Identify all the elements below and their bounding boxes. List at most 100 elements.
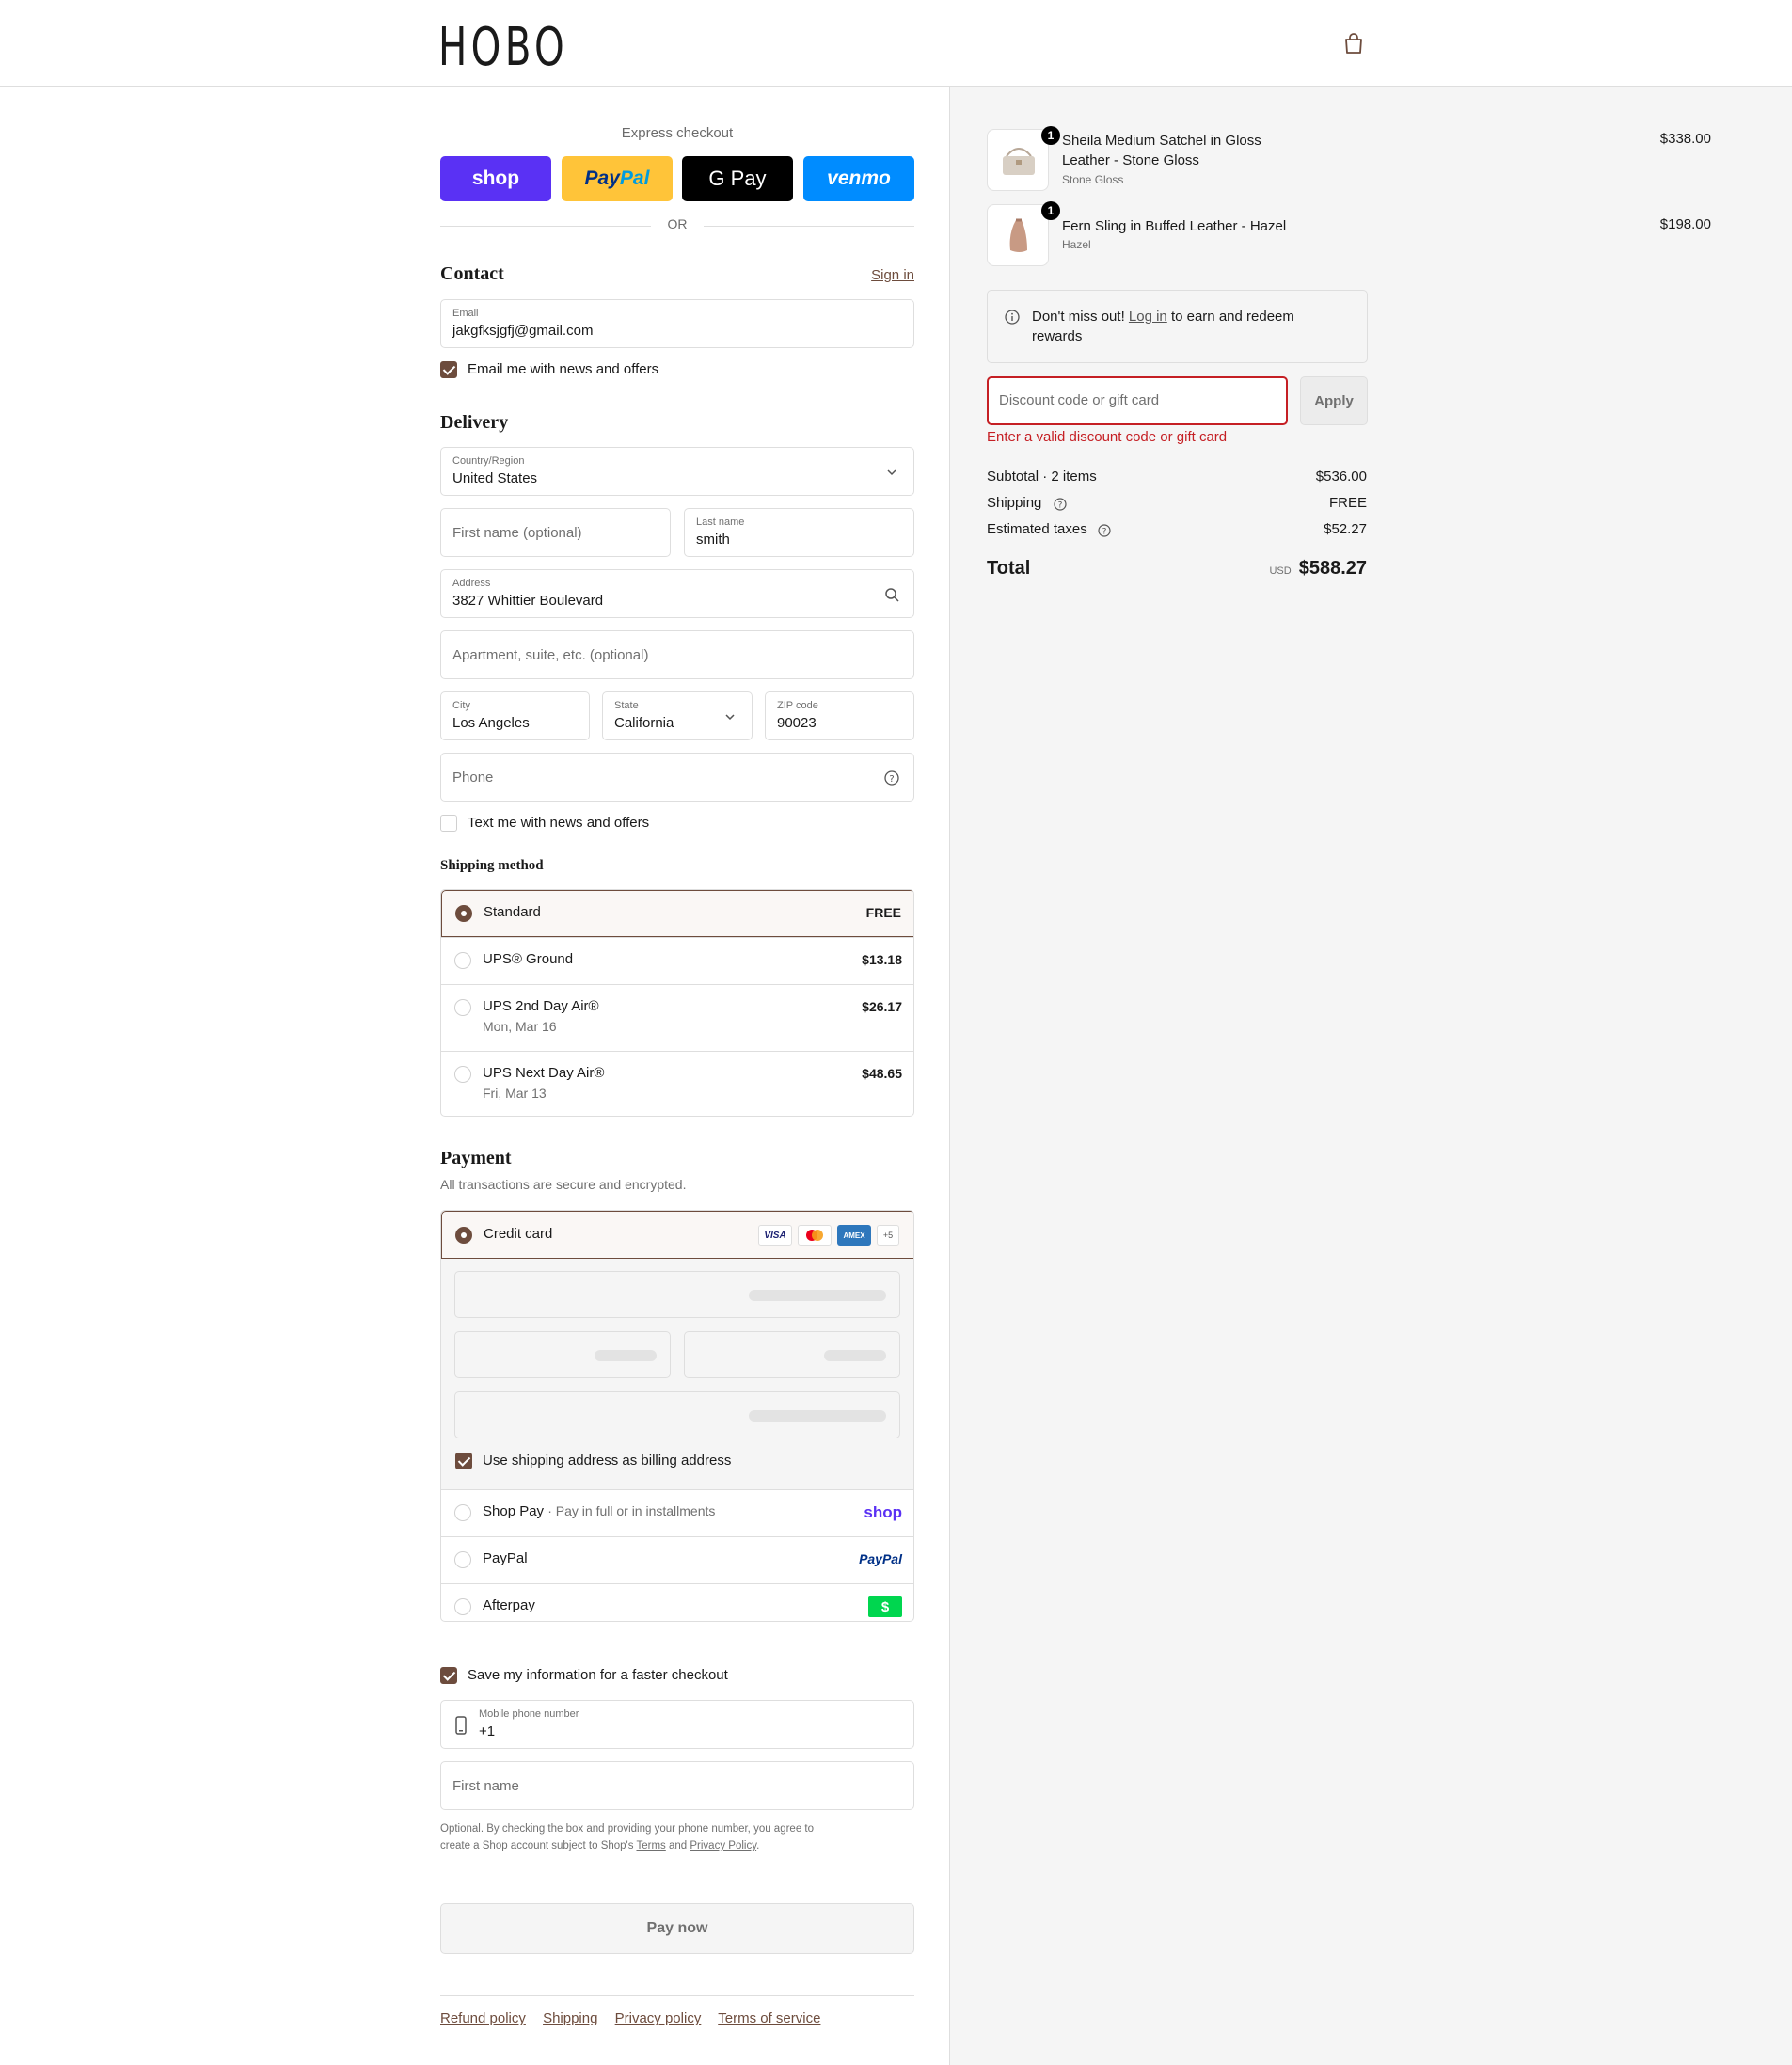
- info-icon: [1005, 310, 1020, 325]
- google-pay-button[interactable]: G Pay: [682, 156, 793, 201]
- name-on-card-field[interactable]: [454, 1391, 900, 1438]
- paypal-logo-b: Pal: [619, 167, 650, 189]
- security-code-field[interactable]: [684, 1331, 900, 1378]
- rewards-text: Don't miss out!: [1032, 309, 1129, 325]
- sign-in-link[interactable]: Sign in: [871, 267, 914, 283]
- email-label: Email: [452, 308, 479, 319]
- mastercard-icon: [798, 1225, 832, 1246]
- email-value: jakgfksjgfj@gmail.com: [452, 323, 594, 339]
- item-price: $198.00: [1659, 216, 1711, 232]
- total-label: Total: [987, 558, 1031, 579]
- save-info-checkbox[interactable]: [440, 1667, 457, 1684]
- state-select[interactable]: State California: [602, 691, 753, 740]
- radio-button[interactable]: [454, 999, 471, 1016]
- save-info-label: Save my information for a faster checkou…: [468, 1667, 728, 1683]
- order-summary-panel: 1 Sheila Medium Satchel in Gloss Leather…: [949, 87, 1792, 2065]
- apartment-placeholder: Apartment, suite, etc. (optional): [452, 647, 649, 663]
- country-value: United States: [452, 470, 538, 486]
- radio-button[interactable]: [454, 952, 471, 969]
- radio-button[interactable]: [455, 905, 472, 922]
- country-select[interactable]: Country/Region United States: [440, 447, 914, 496]
- payment-option-credit-card[interactable]: Credit card VISA AMEX +5: [441, 1211, 913, 1259]
- card-number-field[interactable]: [454, 1271, 900, 1318]
- save-first-name-field[interactable]: First name: [440, 1761, 914, 1810]
- help-icon[interactable]: ?: [883, 770, 900, 786]
- apartment-field[interactable]: Apartment, suite, etc. (optional): [440, 630, 914, 679]
- shipping-option-next-day[interactable]: UPS Next Day Air® Fri, Mar 13 $48.65: [441, 1051, 913, 1116]
- city-label: City: [452, 700, 470, 711]
- payment-option-afterpay[interactable]: Afterpay $: [441, 1583, 913, 1621]
- payment-option-shop-pay[interactable]: Shop Pay · Pay in full or in installment…: [441, 1489, 913, 1536]
- venmo-button[interactable]: venmo: [803, 156, 914, 201]
- text-news-checkbox[interactable]: [440, 815, 457, 832]
- text-news-label: Text me with news and offers: [468, 815, 650, 831]
- payment-name: Afterpay: [483, 1597, 535, 1613]
- legal-text: Optional. By checking the box and provid…: [440, 1820, 914, 1854]
- svg-text:?: ?: [1102, 528, 1107, 537]
- rewards-text: rewards: [1032, 328, 1083, 344]
- help-icon[interactable]: ?: [1098, 524, 1111, 537]
- first-name-field[interactable]: First name (optional): [440, 508, 671, 557]
- phone-field[interactable]: Phone ?: [440, 753, 914, 802]
- privacy-policy-link[interactable]: Privacy policy: [615, 2010, 702, 2026]
- last-name-field[interactable]: Last name smith: [684, 508, 914, 557]
- payment-sub: · Pay in full or in installments: [547, 1503, 716, 1518]
- payment-name: Credit card: [484, 1226, 553, 1242]
- radio-button[interactable]: [454, 1598, 471, 1615]
- email-news-label: Email me with news and offers: [468, 361, 659, 377]
- hobo-logo[interactable]: HOBO: [438, 17, 568, 78]
- radio-button[interactable]: [454, 1066, 471, 1083]
- paypal-button[interactable]: Pay Pal: [562, 156, 673, 201]
- shipping-name: UPS® Ground: [483, 951, 574, 967]
- shopping-bag-icon[interactable]: [1343, 32, 1364, 55]
- loading-skeleton: [749, 1410, 886, 1422]
- billing-address-label: Use shipping address as billing address: [483, 1453, 732, 1469]
- radio-button[interactable]: [454, 1551, 471, 1568]
- radio-button[interactable]: [455, 1227, 472, 1244]
- apply-button[interactable]: Apply: [1300, 376, 1368, 425]
- city-field[interactable]: City Los Angeles: [440, 691, 590, 740]
- payment-name: Shop Pay: [483, 1503, 545, 1519]
- terms-of-service-link[interactable]: Terms of service: [718, 2010, 820, 2026]
- payment-subtitle: All transactions are secure and encrypte…: [440, 1177, 687, 1192]
- search-icon: [885, 588, 899, 602]
- expiry-field[interactable]: [454, 1331, 671, 1378]
- billing-address-checkbox[interactable]: [455, 1453, 472, 1469]
- more-cards-badge: +5: [877, 1225, 899, 1246]
- mobile-phone-field[interactable]: Mobile phone number +1: [440, 1700, 914, 1749]
- address-field[interactable]: Address 3827 Whittier Boulevard: [440, 569, 914, 618]
- item-variant: Stone Gloss: [1062, 173, 1124, 186]
- discount-code-input[interactable]: Discount code or gift card: [987, 376, 1288, 425]
- email-field[interactable]: Email jakgfksjgfj@gmail.com: [440, 299, 914, 348]
- help-icon[interactable]: ?: [1054, 498, 1067, 511]
- svg-text:?: ?: [1058, 501, 1063, 511]
- terms-link[interactable]: Terms: [636, 1840, 665, 1851]
- zip-field[interactable]: ZIP code 90023: [765, 691, 914, 740]
- payment-options: Credit card VISA AMEX +5 Use shipping ad…: [440, 1210, 914, 1622]
- shipping-price: $13.18: [862, 952, 902, 967]
- item-price: $338.00: [1659, 131, 1711, 147]
- item-name-line1: Sheila Medium Satchel in Gloss: [1062, 133, 1261, 149]
- radio-button[interactable]: [454, 1504, 471, 1521]
- pay-now-button[interactable]: Pay now: [440, 1903, 914, 1954]
- refund-policy-link[interactable]: Refund policy: [440, 2010, 526, 2026]
- email-news-checkbox[interactable]: [440, 361, 457, 378]
- chevron-down-icon: [725, 714, 735, 721]
- shipping-link[interactable]: Shipping: [543, 2010, 597, 2026]
- product-thumbnail: [987, 129, 1049, 191]
- legal-line: and: [665, 1840, 690, 1851]
- shipping-method-title: Shipping method: [440, 858, 544, 873]
- satchel-image-icon: [1003, 148, 1035, 175]
- shipping-name: UPS 2nd Day Air®: [483, 998, 599, 1014]
- shipping-option-standard[interactable]: Standard FREE: [441, 890, 913, 937]
- footer-divider: [440, 1995, 914, 1996]
- payment-option-paypal[interactable]: PayPal PayPal: [441, 1536, 913, 1583]
- shipping-option-2nd-day[interactable]: UPS 2nd Day Air® Mon, Mar 16 $26.17: [441, 984, 913, 1051]
- login-link[interactable]: Log in: [1129, 309, 1167, 325]
- privacy-policy-link[interactable]: Privacy Policy: [690, 1840, 756, 1851]
- paypal-logo: PayPal: [859, 1551, 902, 1566]
- shop-pay-button[interactable]: shop: [440, 156, 551, 201]
- country-label: Country/Region: [452, 455, 525, 467]
- shipping-price: $26.17: [862, 999, 902, 1014]
- shipping-option-ground[interactable]: UPS® Ground $13.18: [441, 937, 913, 984]
